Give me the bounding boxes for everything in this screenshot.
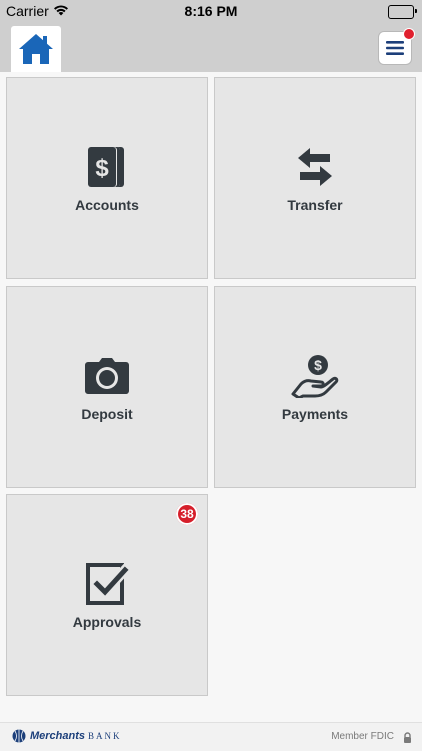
svg-text:$: $ — [314, 357, 322, 373]
hamburger-menu-icon — [386, 41, 404, 55]
brand-suffix: BANK — [88, 731, 122, 741]
payments-label: Payments — [281, 406, 349, 422]
approvals-tile[interactable]: 38 Approvals — [6, 494, 208, 696]
accounts-label: Accounts — [75, 197, 139, 213]
svg-text:$: $ — [95, 155, 109, 182]
lock-icon — [403, 730, 412, 748]
member-fdic-label: Member FDIC — [331, 731, 394, 742]
globe-logo-icon — [12, 729, 26, 743]
deposit-tile[interactable]: Deposit — [6, 286, 208, 488]
deposit-label: Deposit — [81, 406, 133, 422]
transfer-label: Transfer — [287, 197, 343, 213]
battery-icon — [388, 5, 417, 19]
dollar-cards-icon: $ — [86, 143, 128, 191]
home-tab[interactable] — [11, 26, 61, 72]
approvals-count-badge: 38 — [176, 503, 198, 525]
status-bar: Carrier 8:16 PM — [0, 0, 422, 22]
accounts-tile[interactable]: $ Accounts — [6, 77, 208, 279]
brand-name: Merchants — [30, 730, 86, 742]
approvals-label: Approvals — [72, 614, 142, 630]
home-icon — [19, 34, 53, 64]
brand-logo: Merchants BANK — [12, 729, 122, 743]
payments-tile[interactable]: $ Payments — [214, 286, 416, 488]
transfer-tile[interactable]: Transfer — [214, 77, 416, 279]
nav-bar — [0, 22, 422, 72]
hand-dollar-icon: $ — [291, 352, 339, 400]
transfer-arrows-icon — [296, 143, 334, 191]
footer: Merchants BANK Member FDIC — [0, 722, 422, 751]
camera-icon — [84, 352, 130, 400]
checklist-icon — [85, 560, 129, 608]
clock: 8:16 PM — [184, 3, 238, 19]
notification-dot — [403, 28, 415, 40]
menu-button[interactable] — [378, 28, 415, 65]
